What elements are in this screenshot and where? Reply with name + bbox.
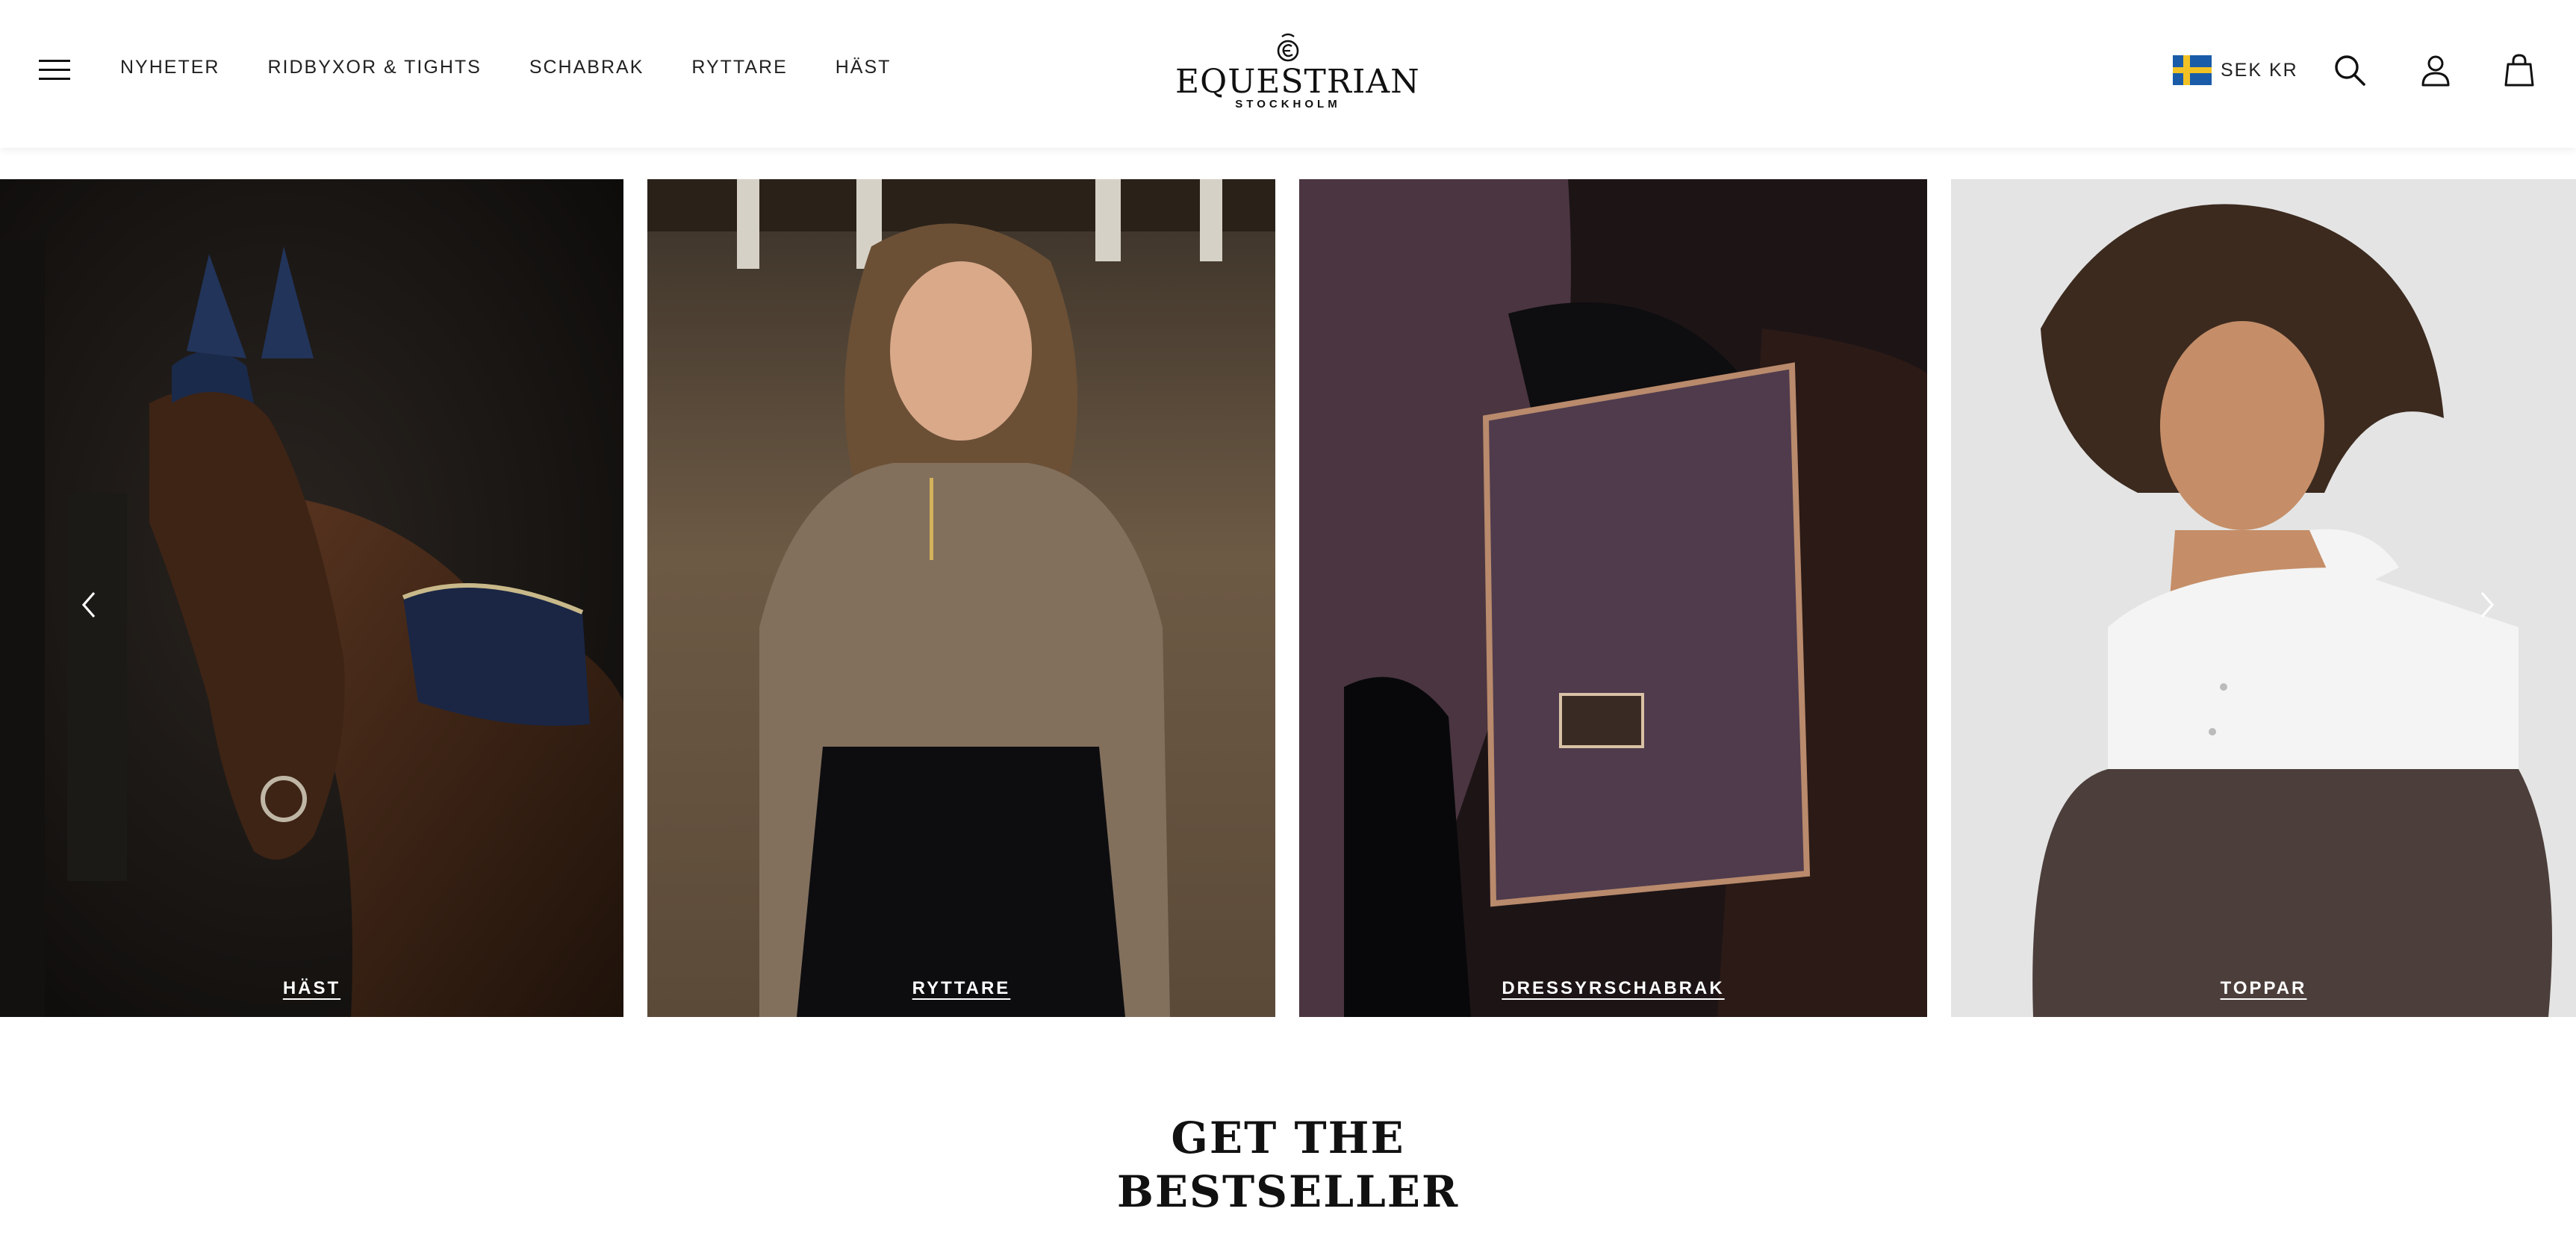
chevron-left-icon[interactable] bbox=[75, 582, 105, 627]
category-label: TOPPAR bbox=[2220, 978, 2307, 998]
category-carousel: HÄST RYTTARE DRESSYRSCHABRAK TOPPAR bbox=[0, 179, 2576, 1017]
bag-icon[interactable] bbox=[2501, 52, 2537, 88]
currency-label: SEK KR bbox=[2221, 59, 2298, 81]
category-label: HÄST bbox=[282, 978, 341, 998]
logo-mark-icon bbox=[1277, 33, 1299, 62]
rider-image bbox=[647, 179, 1275, 1017]
logo-word: EQUESTRIAN bbox=[1175, 63, 1420, 101]
sweden-flag-icon bbox=[2173, 55, 2212, 85]
category-tile-dressyrschabrak[interactable]: DRESSYRSCHABRAK bbox=[1299, 179, 1927, 1017]
category-label: DRESSYRSCHABRAK bbox=[1502, 978, 1725, 998]
nav-item-ridbyxor-tights[interactable]: RIDBYXOR & TIGHTS bbox=[267, 57, 481, 78]
menu-icon[interactable] bbox=[39, 58, 70, 82]
search-icon[interactable] bbox=[2332, 52, 2368, 88]
category-label: RYTTARE bbox=[912, 978, 1011, 998]
currency-selector[interactable]: SEK KR bbox=[2173, 54, 2298, 87]
nav-item-ryttare[interactable]: RYTTARE bbox=[691, 57, 787, 78]
heading-line-2: BESTSELLER bbox=[1116, 1166, 1460, 1217]
site-header: NYHETER RIDBYXOR & TIGHTS SCHABRAK RYTTA… bbox=[0, 0, 2576, 148]
nav-item-schabrak[interactable]: SCHABRAK bbox=[529, 57, 644, 78]
nav-item-hast[interactable]: HÄST bbox=[836, 57, 892, 78]
main-nav: NYHETER RIDBYXOR & TIGHTS SCHABRAK RYTTA… bbox=[120, 57, 891, 78]
account-icon[interactable] bbox=[2418, 52, 2454, 88]
saddle-pad-image bbox=[1299, 179, 1927, 1017]
brand-logo[interactable]: EQUESTRIAN STOCKHOLM bbox=[1175, 31, 1420, 113]
nav-item-nyheter[interactable]: NYHETER bbox=[120, 57, 220, 78]
bestseller-heading: GET THE BESTSELLER bbox=[989, 1111, 1587, 1219]
chevron-right-icon[interactable] bbox=[2471, 582, 2501, 627]
category-tile-ryttare[interactable]: RYTTARE bbox=[647, 179, 1275, 1017]
heading-line-1: GET THE bbox=[1171, 1113, 1405, 1163]
